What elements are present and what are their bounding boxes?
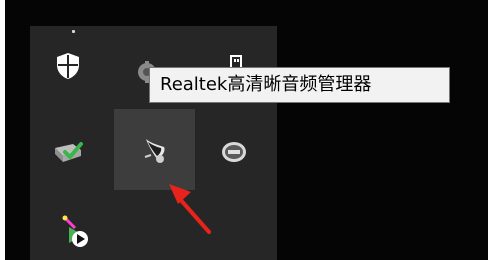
windows-security-shield-icon [57, 53, 79, 79]
tray-icon-security[interactable] [46, 44, 90, 88]
red-arrow-icon [169, 184, 211, 234]
panel-notch [72, 30, 75, 33]
realtek-tooltip: Realtek高清晰音频管理器 [149, 67, 450, 103]
safely-remove-hardware-icon [55, 142, 83, 162]
tray-icon-esi[interactable] [212, 130, 256, 174]
tray-icon-media-player[interactable] [54, 210, 98, 254]
esi-app-icon [222, 142, 246, 162]
realtek-audio-manager-icon [144, 138, 165, 163]
media-player-icon [62, 215, 88, 247]
desktop: Realtek高清晰音频管理器 [0, 0, 493, 260]
tray-icon-safely-remove[interactable] [46, 130, 90, 174]
